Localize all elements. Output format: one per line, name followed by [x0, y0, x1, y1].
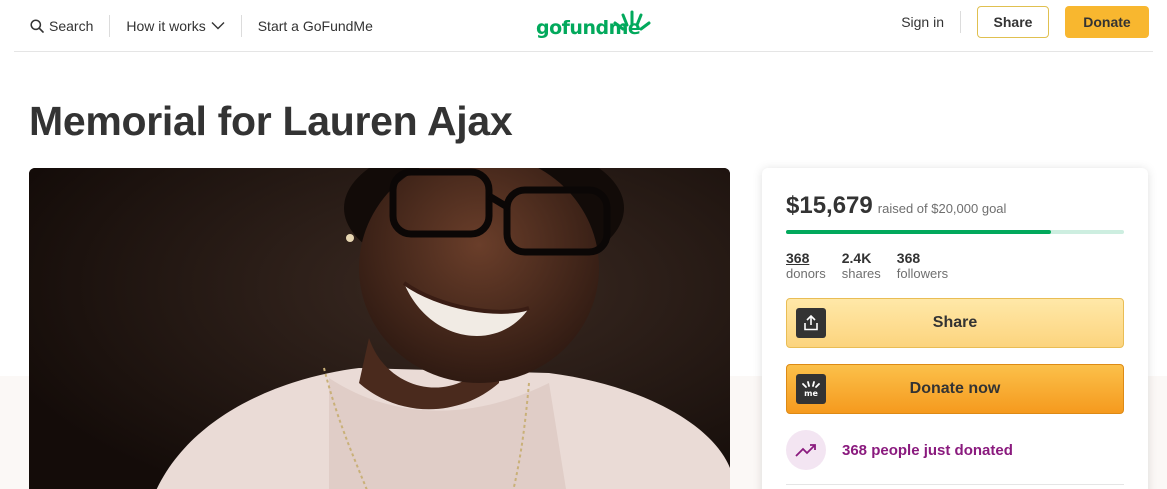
top-navigation: Search How it works Start a GoFundMe gof…	[14, 0, 1153, 52]
nav-divider	[960, 11, 961, 33]
gofundme-me-icon: me	[796, 374, 826, 404]
goal-text: raised of $20,000 goal	[877, 201, 1007, 216]
nav-divider	[240, 14, 242, 37]
recent-donations-text: 368 people just donated	[842, 441, 1013, 459]
stat-shares: 2.4K shares	[842, 250, 881, 282]
share-button-label: Share	[932, 314, 978, 331]
donation-card: $15,679 raised of $20,000 goal 368 donor…	[762, 168, 1148, 489]
header-share-button[interactable]: Share	[977, 6, 1049, 38]
stat-followers: 368 followers	[897, 250, 948, 282]
campaign-title: Memorial for Lauren Ajax	[29, 98, 513, 144]
gofundme-logo[interactable]: gofundme	[536, 7, 651, 41]
raised-amount: $15,679	[786, 192, 873, 219]
stat-donors[interactable]: 368 donors	[786, 250, 826, 282]
logo-burst-icon	[613, 10, 651, 31]
card-divider	[786, 484, 1124, 485]
how-it-works-menu[interactable]: How it works	[126, 15, 225, 37]
amount-row: $15,679 raised of $20,000 goal	[786, 192, 1006, 220]
search-link[interactable]: Search	[30, 15, 93, 37]
recent-donations[interactable]: 368 people just donated	[786, 430, 1013, 470]
followers-count: 368	[896, 250, 921, 266]
donors-count[interactable]: 368	[786, 250, 826, 266]
shares-count: 2.4K	[841, 250, 872, 266]
progress-bar	[786, 230, 1124, 234]
donate-now-label: Donate now	[909, 380, 1001, 397]
share-upload-icon	[796, 308, 826, 338]
search-icon	[30, 18, 44, 33]
progress-fill	[786, 230, 1051, 234]
sign-in-link[interactable]: Sign in	[901, 14, 944, 30]
share-button[interactable]: Share	[786, 298, 1124, 348]
header-donate-button[interactable]: Donate	[1065, 6, 1149, 38]
donors-label: donors	[786, 266, 826, 281]
campaign-stats: 368 donors 2.4K shares 368 followers	[786, 250, 964, 282]
chevron-down-icon	[211, 22, 225, 30]
campaign-photo-illustration	[29, 168, 730, 489]
svg-text:me: me	[804, 389, 818, 398]
followers-label: followers	[896, 266, 949, 281]
donate-now-button[interactable]: me Donate now	[786, 364, 1124, 414]
shares-label: shares	[841, 266, 881, 281]
trending-up-icon	[786, 430, 826, 470]
search-label: Search	[49, 17, 94, 34]
nav-divider	[109, 14, 111, 37]
start-gofundme-label: Start a GoFundMe	[257, 17, 373, 34]
campaign-photo[interactable]	[29, 168, 730, 489]
how-it-works-label: How it works	[126, 17, 206, 34]
start-gofundme-link[interactable]: Start a GoFundMe	[258, 15, 373, 37]
nav-right: Sign in Share Donate	[901, 6, 1149, 38]
nav-left: Search How it works Start a GoFundMe	[14, 0, 373, 51]
